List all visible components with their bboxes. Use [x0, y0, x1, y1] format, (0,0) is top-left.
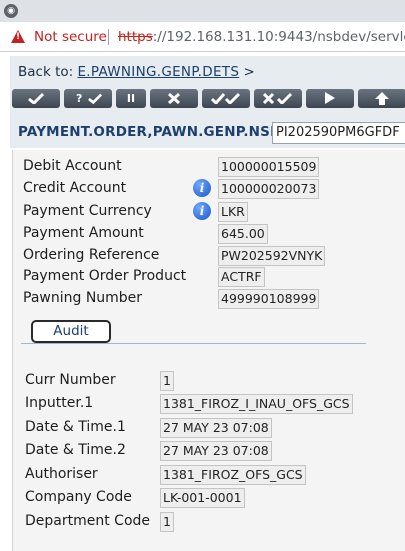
audit-label-department-code: Department Code [25, 513, 151, 529]
print-icon [375, 92, 389, 105]
field-value-debit-account: 100000015509 [218, 157, 320, 177]
back-suffix: > [243, 64, 255, 80]
tab-favicon-icon[interactable]: ◉ [4, 4, 18, 18]
next-icon [325, 92, 335, 104]
audit-label-date-time-1: Date & Time.1 [25, 419, 126, 435]
reverse-icon [263, 93, 293, 104]
authorise-button[interactable] [202, 89, 250, 108]
audit-label-curr-number: Curr Number [25, 372, 116, 388]
next-button[interactable] [306, 89, 354, 108]
field-label-pawning-number: Pawning Number [23, 290, 143, 306]
reverse-button[interactable] [254, 89, 302, 108]
audit-value-date-time-2: 27 MAY 23 07:08 [160, 441, 272, 461]
validate-icon: ? [76, 92, 83, 105]
field-label-ordering-reference: Ordering Reference [23, 247, 160, 263]
field-label-credit-account: Credit Account [23, 180, 127, 196]
version-label: PAYMENT.ORDER,PAWN.GENP.NSB [18, 124, 281, 140]
authorise-icon [211, 93, 241, 104]
field-label-payment-order-product: Payment Order Product [23, 268, 187, 284]
print-button[interactable] [358, 89, 405, 108]
validate-check-icon [88, 93, 102, 104]
back-navigation: Back to: E.PAWNING.GENP.DETS > [18, 64, 255, 80]
record-id-input[interactable]: PI202590PM6GFDF [272, 122, 405, 144]
url-text[interactable]: https://192.168.131.10:9443/nsbdev/servl… [118, 22, 405, 51]
audit-value-company-code: LK-001-0001 [160, 488, 245, 508]
validate-button[interactable]: ? [64, 89, 112, 108]
page-content: Back to: E.PAWNING.GENP.DETS > ? II PAYM… [0, 52, 405, 551]
audit-label-authoriser: Authoriser [25, 466, 98, 482]
back-link[interactable]: E.PAWNING.GENP.DETS [77, 64, 239, 80]
field-value-payment-currency: LKR [218, 202, 248, 222]
browser-tab-strip: ◉ [0, 0, 405, 22]
hold-icon: II [126, 92, 136, 105]
record-details-panel: Debit Account 100000015509 Credit Accoun… [12, 150, 405, 551]
field-value-payment-order-product: ACTRF [218, 267, 265, 287]
field-value-pawning-number: 499990108999 [218, 289, 320, 309]
audit-label-inputter: Inputter.1 [25, 395, 94, 411]
warning-icon[interactable] [11, 30, 25, 43]
audit-label-date-time-2: Date & Time.2 [25, 442, 126, 458]
url-host-path: ://192.168.131.10:9443/nsbdev/servlet/Br… [152, 29, 405, 45]
hold-button[interactable]: II [116, 89, 146, 108]
address-bar[interactable]: Not secure https://192.168.131.10:9443/n… [0, 22, 405, 52]
field-label-payment-amount: Payment Amount [23, 225, 144, 241]
field-value-ordering-reference: PW202592VNYK [218, 246, 326, 266]
tab-divider [21, 343, 366, 344]
record-id-row: PAYMENT.ORDER,PAWN.GENP.NSB PI202590PM6G… [18, 122, 405, 144]
payment-currency-info-icon[interactable]: i [193, 202, 211, 220]
address-divider [108, 29, 109, 45]
field-label-debit-account: Debit Account [23, 158, 122, 174]
audit-value-department-code: 1 [160, 512, 174, 532]
commit-button[interactable] [12, 89, 60, 108]
credit-account-info-icon[interactable]: i [193, 179, 211, 197]
field-label-payment-currency: Payment Currency [23, 203, 152, 219]
audit-label-company-code: Company Code [25, 489, 132, 505]
url-scheme: https [118, 29, 153, 45]
field-value-credit-account: 100000020073 [218, 179, 320, 199]
contract-header: Back to: E.PAWNING.GENP.DETS > ? II PAYM… [10, 56, 405, 148]
security-indicator[interactable]: Not secure [34, 22, 107, 51]
action-toolbar: ? II [12, 89, 405, 109]
delete-button[interactable] [150, 89, 198, 108]
audit-value-authoriser: 1381_FIROZ_OFS_GCS [160, 465, 306, 485]
tab-audit[interactable]: Audit [31, 320, 111, 343]
audit-value-date-time-1: 27 MAY 23 07:08 [160, 418, 272, 438]
commit-icon [28, 93, 44, 104]
audit-value-curr-number: 1 [160, 371, 174, 391]
audit-value-inputter: 1381_FIROZ_I_INAU_OFS_GCS [160, 394, 353, 414]
delete-icon [168, 93, 180, 104]
field-value-payment-amount: 645.00 [218, 224, 268, 244]
back-label: Back to: [18, 64, 74, 80]
